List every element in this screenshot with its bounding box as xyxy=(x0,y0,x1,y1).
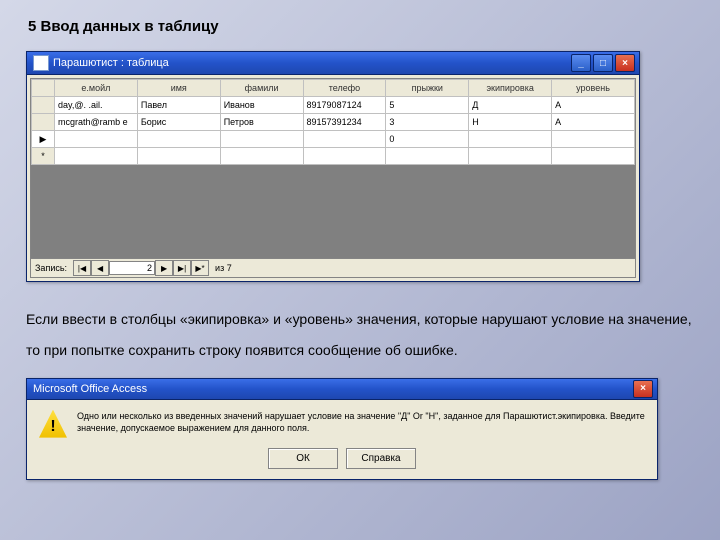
nav-next-button[interactable]: ▶ xyxy=(155,260,173,276)
table-row[interactable]: day,@. .ail. Павел Иванов 89179087124 5 … xyxy=(32,97,635,114)
data-grid[interactable]: е.мойл имя фамили телефо прыжки экипиров… xyxy=(31,79,635,165)
table-row[interactable]: mcgrath@ramb е Борис Петров 89157391234 … xyxy=(32,114,635,131)
col-level[interactable]: уровень xyxy=(552,80,635,97)
titlebar[interactable]: Парашютист : таблица _ □ × xyxy=(27,52,639,75)
col-email[interactable]: е.мойл xyxy=(55,80,138,97)
nav-first-button[interactable]: |◀ xyxy=(73,260,91,276)
nav-position-input[interactable] xyxy=(109,261,155,275)
table-window: Парашютист : таблица _ □ × е.мойл имя фа… xyxy=(26,51,640,282)
table-area: е.мойл имя фамили телефо прыжки экипиров… xyxy=(30,78,636,278)
page-heading: 5 Ввод данных в таблицу xyxy=(28,18,694,35)
nav-label: Запись: xyxy=(35,263,67,273)
col-jumps[interactable]: прыжки xyxy=(386,80,469,97)
ok-button[interactable]: ОК xyxy=(268,448,338,469)
error-dialog: Microsoft Office Access × ! Одно или нес… xyxy=(26,378,658,480)
body-paragraph: Если ввести в столбцы «экипировка» и «ур… xyxy=(26,304,694,366)
app-icon xyxy=(33,55,49,71)
col-equipment[interactable]: экипировка xyxy=(469,80,552,97)
dialog-title: Microsoft Office Access xyxy=(33,383,633,395)
table-row[interactable]: ▶ 0 xyxy=(32,131,635,148)
minimize-button[interactable]: _ xyxy=(571,54,591,72)
nav-new-button[interactable]: ▶* xyxy=(191,260,209,276)
window-title: Парашютист : таблица xyxy=(53,57,571,69)
col-name[interactable]: имя xyxy=(137,80,220,97)
col-surname[interactable]: фамили xyxy=(220,80,303,97)
nav-last-button[interactable]: ▶| xyxy=(173,260,191,276)
dialog-message: Одно или несколько из введенных значений… xyxy=(77,410,645,435)
warning-icon: ! xyxy=(39,410,67,438)
dialog-close-button[interactable]: × xyxy=(633,380,653,398)
nav-of-count: из 7 xyxy=(215,263,232,273)
maximize-button[interactable]: □ xyxy=(593,54,613,72)
nav-prev-button[interactable]: ◀ xyxy=(91,260,109,276)
col-phone[interactable]: телефо xyxy=(303,80,386,97)
record-navigator: Запись: |◀ ◀ ▶ ▶| ▶* из 7 xyxy=(31,258,635,277)
table-row-new[interactable]: * xyxy=(32,148,635,165)
help-button[interactable]: Справка xyxy=(346,448,416,469)
dialog-titlebar[interactable]: Microsoft Office Access × xyxy=(27,379,657,400)
row-header-col xyxy=(32,80,55,97)
close-button[interactable]: × xyxy=(615,54,635,72)
